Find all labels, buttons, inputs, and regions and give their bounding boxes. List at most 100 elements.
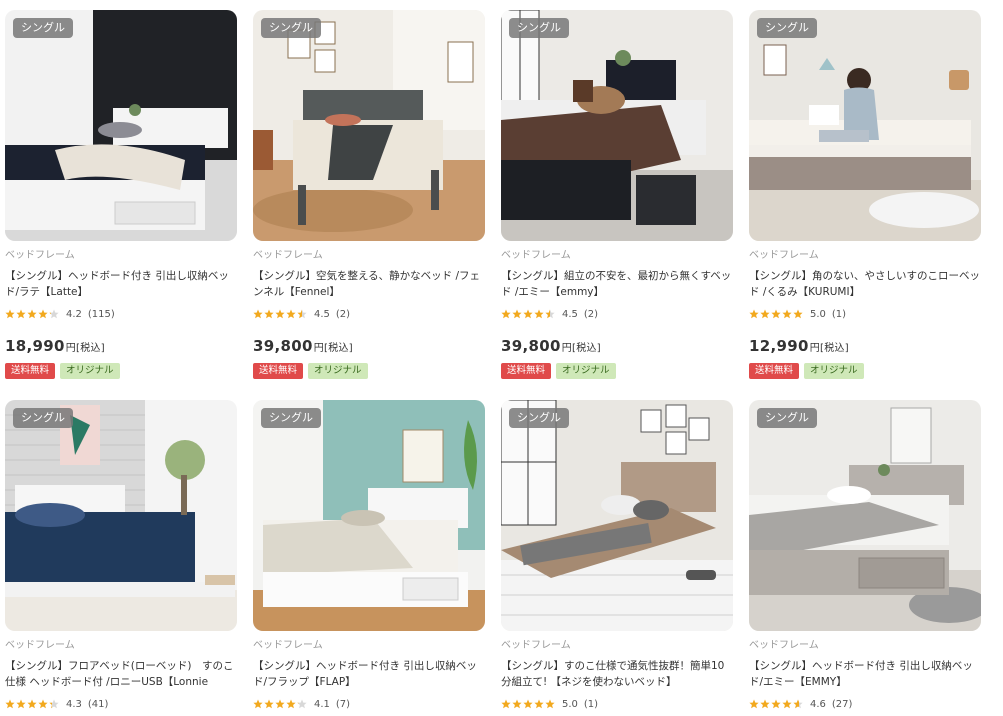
product-rating: 4.5 (2) bbox=[501, 307, 733, 321]
price-value: 39,800 bbox=[253, 337, 313, 355]
product-card[interactable]: シングル ベッドフレーム 【シングル】角のない、やさしいすのこローベッド /くる… bbox=[749, 10, 981, 379]
rating-value: 4.6 bbox=[810, 698, 826, 710]
review-count[interactable]: (7) bbox=[336, 699, 350, 710]
star-icon bbox=[771, 309, 781, 319]
product-tags: 送料無料 オリジナル bbox=[749, 363, 981, 379]
product-rating: 4.5 (2) bbox=[253, 307, 485, 321]
product-title[interactable]: 【シングル】ヘッドボード付き 引出し収納ベッド/ラテ【Latte】 bbox=[5, 268, 237, 300]
product-card[interactable]: シングル ベッドフレーム 【シングル】すのこ仕様で通気性抜群！簡単10分組立て!… bbox=[501, 400, 733, 711]
star-icon bbox=[534, 699, 544, 709]
product-image[interactable]: シングル bbox=[253, 400, 485, 631]
price-value: 18,990 bbox=[5, 337, 65, 355]
product-photo bbox=[253, 10, 485, 241]
product-rating: 5.0 (1) bbox=[501, 697, 733, 711]
review-count[interactable]: (2) bbox=[584, 309, 598, 320]
review-count[interactable]: (115) bbox=[88, 309, 115, 320]
product-title[interactable]: 【シングル】フロアベッド(ローベッド) すのこ仕様 ヘッドボード付 /ロニーUS… bbox=[5, 658, 237, 690]
star-icon bbox=[545, 309, 555, 319]
product-rating: 4.1 (7) bbox=[253, 697, 485, 711]
product-title[interactable]: 【シングル】ヘッドボード付き 引出し収納ベッド/フラップ【FLAP】 bbox=[253, 658, 485, 690]
product-title[interactable]: 【シングル】組立の不安を、最初から無くすベッド /エミー【emmy】 bbox=[501, 268, 733, 300]
review-count[interactable]: (1) bbox=[832, 309, 846, 320]
review-count[interactable]: (27) bbox=[832, 699, 853, 710]
product-card[interactable]: シングル ベッドフレーム 【シングル】ヘッドボード付き 引出し収納ベッド/ラテ【… bbox=[5, 10, 237, 379]
review-count[interactable]: (2) bbox=[336, 309, 350, 320]
rating-value: 5.0 bbox=[810, 308, 826, 320]
star-icon bbox=[286, 309, 296, 319]
product-image[interactable]: シングル bbox=[5, 10, 237, 241]
star-icon bbox=[16, 699, 26, 709]
product-tags: 送料無料 オリジナル bbox=[5, 363, 237, 379]
star-icon bbox=[38, 699, 48, 709]
product-title[interactable]: 【シングル】ヘッドボード付き 引出し収納ベッド/エミー【EMMY】 bbox=[749, 658, 981, 690]
product-card[interactable]: シングル ベッドフレーム 【シングル】組立の不安を、最初から無くすベッド /エミ… bbox=[501, 10, 733, 379]
review-count[interactable]: (1) bbox=[584, 699, 598, 710]
review-count[interactable]: (41) bbox=[88, 699, 109, 710]
product-image[interactable]: シングル bbox=[749, 400, 981, 631]
star-icon bbox=[512, 699, 522, 709]
star-rating bbox=[253, 309, 308, 319]
product-card[interactable]: シングル ベッドフレーム 【シングル】ヘッドボード付き 引出し収納ベッド/フラッ… bbox=[253, 400, 485, 711]
star-icon bbox=[264, 699, 274, 709]
product-category: ベッドフレーム bbox=[5, 640, 75, 651]
price-unit: 円[税込] bbox=[65, 343, 105, 354]
star-icon bbox=[253, 699, 263, 709]
star-rating bbox=[749, 699, 804, 709]
product-image[interactable]: シングル bbox=[501, 10, 733, 241]
product-category: ベッドフレーム bbox=[5, 250, 75, 261]
product-photo bbox=[501, 10, 733, 241]
star-icon bbox=[749, 309, 759, 319]
original-tag: オリジナル bbox=[60, 363, 120, 379]
star-icon bbox=[275, 309, 285, 319]
star-icon bbox=[782, 309, 792, 319]
star-icon bbox=[523, 699, 533, 709]
star-icon bbox=[771, 699, 781, 709]
size-badge: シングル bbox=[757, 18, 817, 38]
star-icon bbox=[297, 309, 307, 319]
product-price: 18,990円[税込] bbox=[5, 336, 237, 356]
product-image[interactable]: シングル bbox=[749, 10, 981, 241]
star-icon bbox=[793, 309, 803, 319]
product-tags: 送料無料 オリジナル bbox=[501, 363, 733, 379]
free-shipping-tag: 送料無料 bbox=[749, 363, 800, 379]
rating-value: 4.3 bbox=[66, 698, 82, 710]
star-icon bbox=[782, 699, 792, 709]
price-value: 12,990 bbox=[749, 337, 809, 355]
star-rating bbox=[5, 699, 60, 709]
product-category: ベッドフレーム bbox=[501, 640, 571, 651]
star-icon bbox=[286, 699, 296, 709]
product-card[interactable]: シングル ベッドフレーム 【シングル】ヘッドボード付き 引出し収納ベッド/エミー… bbox=[749, 400, 981, 711]
original-tag: オリジナル bbox=[804, 363, 864, 379]
star-icon bbox=[793, 699, 803, 709]
size-badge: シングル bbox=[13, 18, 73, 38]
size-badge: シングル bbox=[509, 18, 569, 38]
product-image[interactable]: シングル bbox=[253, 10, 485, 241]
product-card[interactable]: シングル ベッドフレーム 【シングル】フロアベッド(ローベッド) すのこ仕様 ヘ… bbox=[5, 400, 237, 711]
original-tag: オリジナル bbox=[308, 363, 368, 379]
star-icon bbox=[523, 309, 533, 319]
product-category: ベッドフレーム bbox=[749, 640, 819, 651]
star-icon bbox=[5, 699, 15, 709]
product-photo bbox=[5, 400, 237, 631]
product-price: 12,990円[税込] bbox=[749, 336, 981, 356]
rating-value: 5.0 bbox=[562, 698, 578, 710]
star-rating bbox=[253, 699, 308, 709]
size-badge: シングル bbox=[13, 408, 73, 428]
star-icon bbox=[297, 699, 307, 709]
product-card[interactable]: シングル ベッドフレーム 【シングル】空気を整える、静かなベッド /フェンネル【… bbox=[253, 10, 485, 379]
star-icon bbox=[512, 309, 522, 319]
star-icon bbox=[5, 309, 15, 319]
product-title[interactable]: 【シングル】空気を整える、静かなベッド /フェンネル【Fennel】 bbox=[253, 268, 485, 300]
free-shipping-tag: 送料無料 bbox=[253, 363, 304, 379]
rating-value: 4.5 bbox=[314, 308, 330, 320]
product-image[interactable]: シングル bbox=[501, 400, 733, 631]
product-tags: 送料無料 オリジナル bbox=[253, 363, 485, 379]
product-title[interactable]: 【シングル】すのこ仕様で通気性抜群！簡単10分組立て! 【ネジを使わないベッド】 bbox=[501, 658, 733, 690]
product-image[interactable]: シングル bbox=[5, 400, 237, 631]
product-photo bbox=[749, 400, 981, 631]
product-title[interactable]: 【シングル】角のない、やさしいすのこローベッド /くるみ【KURUMI】 bbox=[749, 268, 981, 300]
star-icon bbox=[534, 309, 544, 319]
product-price: 39,800円[税込] bbox=[253, 336, 485, 356]
size-badge: シングル bbox=[757, 408, 817, 428]
star-icon bbox=[38, 309, 48, 319]
